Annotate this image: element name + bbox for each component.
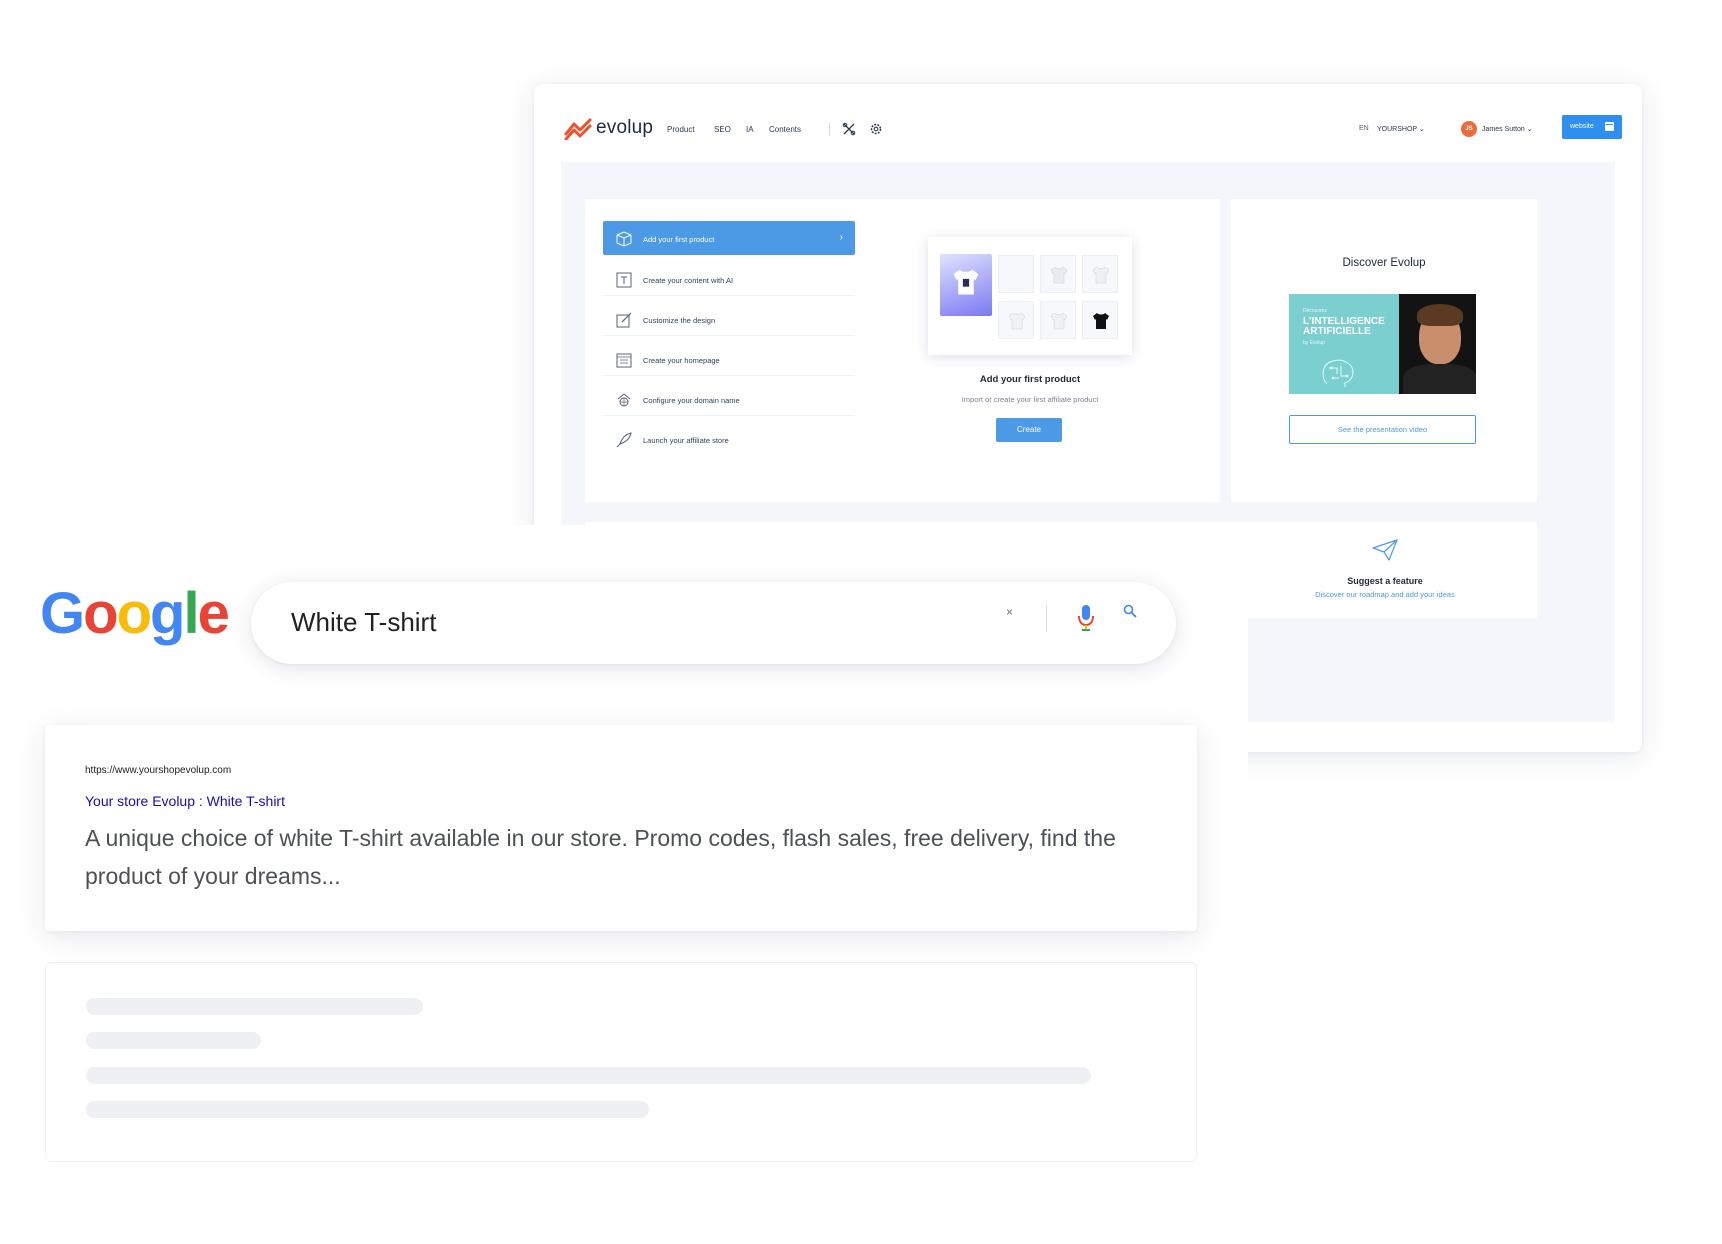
search-query[interactable]: White T-shirt [291, 607, 436, 638]
step-label: Launch your affiliate store [643, 436, 729, 445]
product-tile [1082, 301, 1118, 339]
step-create-content[interactable]: Create your content with AI [603, 262, 855, 296]
microphone-icon[interactable] [1076, 604, 1096, 632]
step-customize-design[interactable]: Customize the design [603, 302, 855, 336]
tshirt-icon [1092, 266, 1110, 284]
nav-seo[interactable]: SEO [714, 125, 731, 134]
discover-card: Discover Evolup Découvrez L'INTELLIGENCE… [1231, 199, 1537, 502]
google-logo-letter: G [40, 581, 85, 646]
evolup-logo-icon[interactable] [564, 118, 594, 140]
nav-ia[interactable]: IA [746, 125, 754, 134]
product-tile [998, 301, 1034, 339]
video-byline: by Evolup [1303, 340, 1325, 346]
step-add-product[interactable]: Add your first product › [603, 221, 855, 255]
product-grid-illustration [928, 237, 1132, 355]
google-logo-letter: e [197, 581, 230, 646]
chevron-right-icon: › [839, 232, 843, 243]
nav-product[interactable]: Product [667, 125, 695, 134]
search-result: https://www.yourshopevolup.com Your stor… [45, 725, 1197, 931]
chevron-down-icon: ⌄ [1526, 126, 1533, 133]
discover-card-title: Discover Evolup [1342, 257, 1426, 269]
top-navbar: evolup Product SEO IA Contents EN YOURSH… [564, 112, 1624, 146]
step-label: Create your homepage [643, 356, 720, 365]
presentation-video-button[interactable]: See the presentation video [1289, 415, 1476, 444]
website-button-label: website [1570, 123, 1594, 130]
tools-icon[interactable] [842, 122, 856, 136]
user-name: James Sutton [1482, 126, 1525, 133]
create-product-button[interactable]: Create [996, 418, 1062, 442]
step-label: Customize the design [643, 316, 716, 325]
presenter-hair [1417, 304, 1463, 326]
video-title: L'INTELLIGENCE ARTIFICIELLE [1303, 316, 1385, 337]
video-kicker: Découvrez [1303, 308, 1327, 314]
result-title[interactable]: Your store Evolup : White T-shirt [85, 793, 285, 809]
tshirt-icon [1093, 313, 1109, 329]
product-tile [998, 255, 1034, 293]
tshirt-icon [1050, 312, 1068, 330]
shop-name: YOURSHOP [1377, 126, 1417, 133]
google-logo-letter: l [183, 581, 199, 646]
step-label: Create your content with AI [643, 276, 734, 285]
tshirt-icon [1050, 266, 1068, 284]
suggest-feature-title: Suggest a feature [1347, 576, 1423, 586]
google-logo-letter: g [150, 581, 185, 646]
shop-selector[interactable]: YOURSHOP ⌄ [1377, 125, 1425, 133]
step-label: Configure your domain name [643, 396, 740, 405]
brand-name[interactable]: evolup [596, 117, 653, 139]
search-icon[interactable] [1123, 604, 1137, 618]
search-input[interactable]: White T-shirt × [251, 582, 1176, 664]
tshirt-icon [953, 269, 979, 295]
featured-product-image [940, 254, 992, 316]
placeholder-result [45, 962, 1197, 1162]
presenter-shoulders [1403, 364, 1476, 394]
product-card-subtitle: Import or create your first affiliate pr… [961, 395, 1099, 404]
tshirt-icon [1008, 312, 1026, 330]
domain-icon [617, 393, 631, 407]
result-description: A unique choice of white T-shirt availab… [85, 825, 1116, 889]
roadmap-link[interactable]: Discover our roadmap and add your ideas [1285, 590, 1485, 599]
user-menu[interactable]: James Sutton ⌄ [1482, 125, 1533, 133]
nav-divider [829, 122, 830, 136]
result-url[interactable]: https://www.yourshopevolup.com [85, 765, 231, 776]
window-icon [1605, 122, 1614, 131]
presenter-photo [1399, 294, 1476, 394]
video-thumbnail[interactable]: Découvrez L'INTELLIGENCE ARTIFICIELLE by… [1289, 294, 1476, 394]
search-divider [1046, 606, 1047, 632]
brain-circuit-icon [1322, 359, 1354, 387]
chevron-down-icon: ⌄ [1418, 126, 1425, 133]
step-create-homepage[interactable]: Create your homepage [603, 342, 855, 376]
skeleton-line [86, 1032, 261, 1049]
product-tile [1082, 255, 1118, 293]
google-logo: Google [40, 580, 230, 647]
homepage-icon [616, 353, 632, 368]
rocket-icon [616, 432, 632, 448]
product-tile [1040, 255, 1076, 293]
product-card-title: Add your first product [979, 374, 1081, 385]
skeleton-line [86, 998, 423, 1015]
website-button[interactable]: website [1562, 115, 1622, 139]
language-selector[interactable]: EN [1359, 125, 1369, 132]
nav-contents[interactable]: Contents [769, 125, 801, 134]
step-label: Add your first product [643, 235, 715, 244]
box-icon [616, 231, 632, 247]
skeleton-line [86, 1067, 1091, 1084]
text-icon [616, 272, 632, 288]
step-launch-store[interactable]: Launch your affiliate store [603, 422, 855, 456]
google-logo-letter: o [116, 581, 152, 646]
google-logo-letter: o [83, 581, 118, 646]
onboarding-card: Add your first product › Create your con… [585, 199, 1220, 502]
design-icon [616, 312, 632, 328]
product-tile [1040, 301, 1076, 339]
clear-icon[interactable]: × [1006, 605, 1013, 619]
step-configure-domain[interactable]: Configure your domain name [603, 382, 855, 416]
skeleton-line [86, 1101, 649, 1118]
gear-icon[interactable] [869, 122, 883, 136]
avatar[interactable]: JS [1461, 121, 1477, 137]
paper-plane-icon [1372, 539, 1398, 561]
